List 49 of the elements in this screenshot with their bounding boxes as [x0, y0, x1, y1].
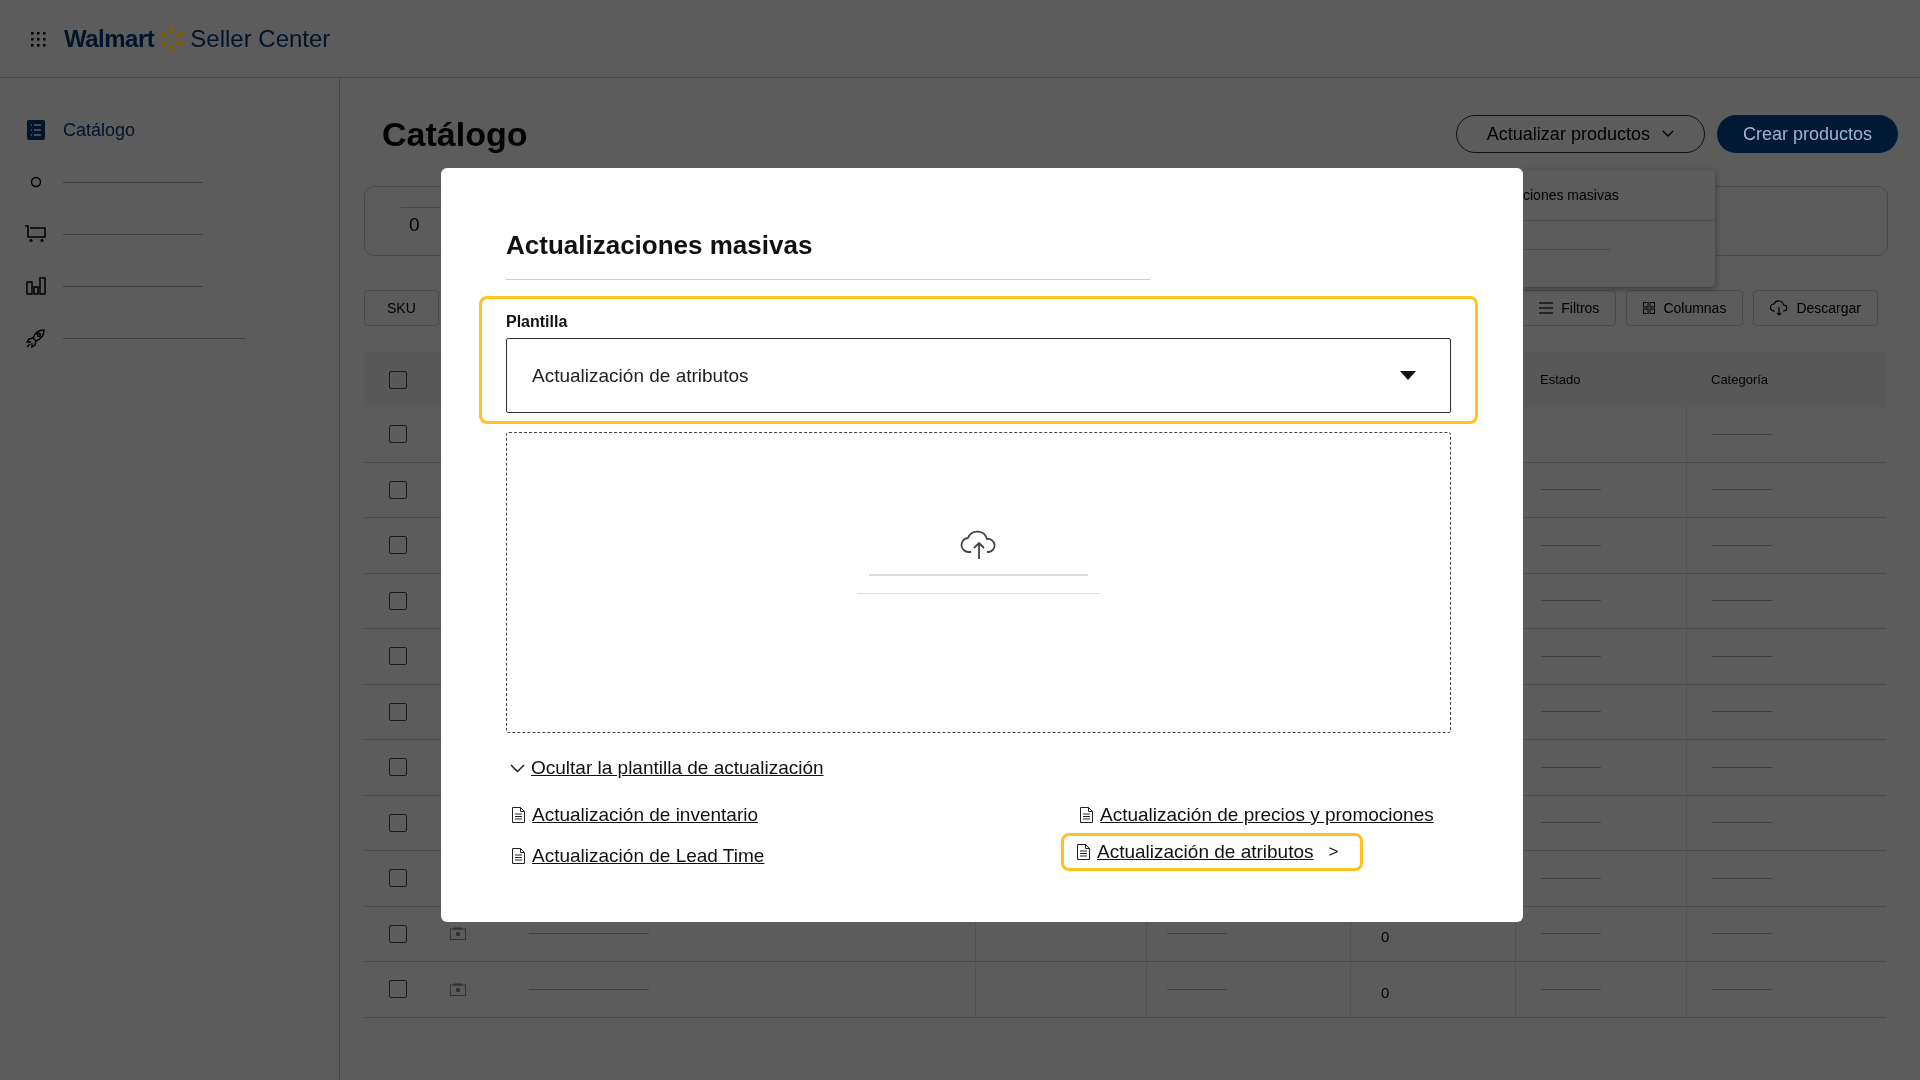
image-placeholder-icon: [450, 927, 466, 941]
rocket-icon: [26, 328, 46, 348]
page-title: Catálogo: [382, 114, 528, 154]
grid-icon: [1643, 302, 1656, 314]
chevron-down-icon: [1661, 130, 1674, 138]
checkbox[interactable]: [389, 480, 407, 499]
checkbox[interactable]: [389, 869, 407, 888]
quantity-value: 0: [1381, 983, 1390, 1001]
checkbox[interactable]: [389, 980, 407, 999]
app-grid-icon[interactable]: [30, 30, 46, 47]
template-link[interactable]: Actualización de precios y promociones: [1100, 804, 1434, 826]
checkbox[interactable]: [389, 370, 407, 389]
cloud-upload-icon: [959, 528, 998, 560]
count-value: 0: [409, 213, 421, 236]
template-select[interactable]: Actualización de atributos: [506, 338, 1451, 413]
chevron-icon[interactable]: [510, 763, 525, 773]
dialog-title: Actualizaciones masivas: [506, 230, 1150, 280]
column-header: Estado: [1540, 372, 1581, 387]
checkbox[interactable]: [389, 536, 407, 555]
template-link[interactable]: Actualización de Lead Time: [532, 845, 765, 867]
create-products-button[interactable]: Crear productos: [1716, 115, 1898, 153]
checkbox[interactable]: [389, 813, 407, 832]
logo-wordmark: Walmart: [64, 24, 155, 53]
list-icon: [27, 120, 45, 140]
checkbox[interactable]: [389, 758, 407, 777]
toggle-link[interactable]: Ocultar la plantilla de actualización: [531, 757, 824, 779]
product-name: Seller Center: [190, 24, 331, 53]
bar-chart-icon: [26, 277, 46, 295]
checkbox[interactable]: [389, 425, 407, 444]
template-link[interactable]: Actualización de atributos: [1097, 841, 1314, 863]
checkbox[interactable]: [389, 647, 407, 666]
document-icon: [1077, 844, 1090, 860]
cart-icon: [25, 225, 47, 243]
cloud-download-icon: [1770, 300, 1789, 316]
checkbox[interactable]: [389, 591, 407, 610]
document-icon: [512, 807, 525, 823]
filter-lines-icon: [1539, 302, 1554, 314]
quantity-value: 0: [1381, 928, 1390, 946]
circle-icon: [30, 176, 42, 188]
column-header: Categoría: [1711, 372, 1769, 387]
checkbox[interactable]: [389, 924, 407, 943]
field-label: Plantilla: [506, 313, 569, 331]
image-placeholder-icon: [450, 982, 466, 996]
chevron-text: >: [1328, 842, 1339, 862]
document-icon: [1080, 807, 1093, 823]
checkbox[interactable]: [389, 702, 407, 721]
template-link[interactable]: Actualización de inventario: [532, 804, 759, 826]
document-icon: [512, 848, 525, 864]
caret-down-icon: [1400, 371, 1416, 380]
